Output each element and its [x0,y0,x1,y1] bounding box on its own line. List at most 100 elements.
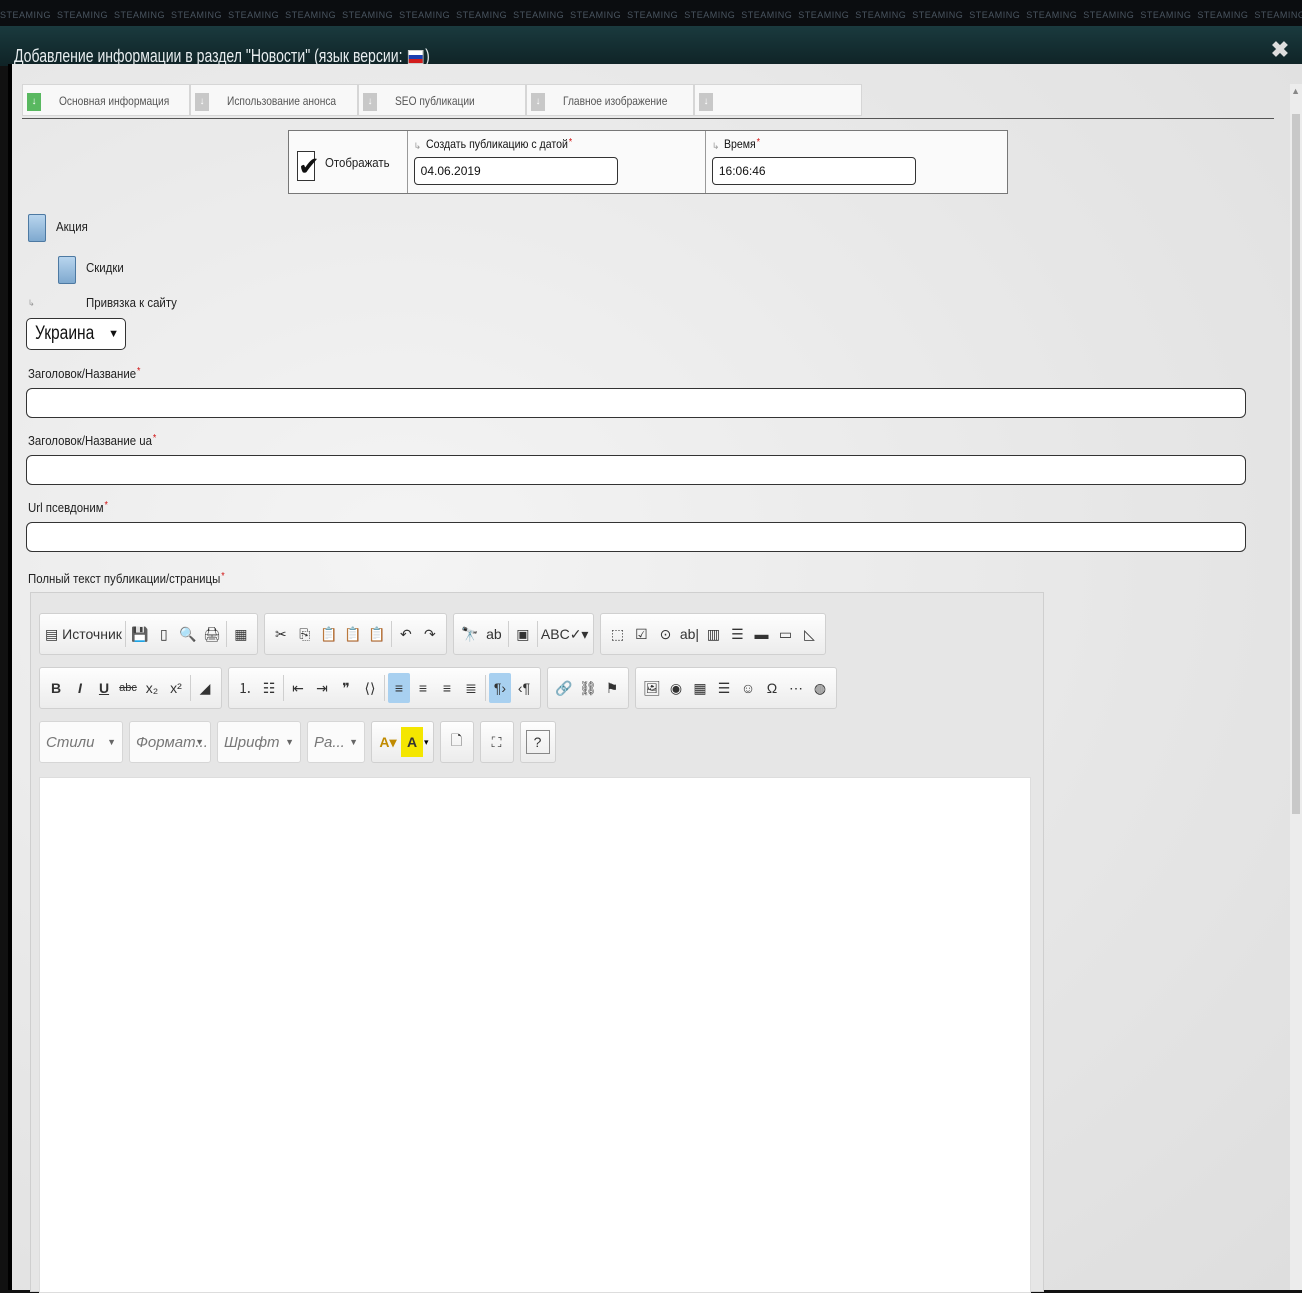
align-justify-icon[interactable]: ≣ [460,673,482,703]
iframe-icon[interactable]: ◍ [809,673,831,703]
indent-icon[interactable]: ⇥ [311,673,333,703]
url-alias-input[interactable] [26,522,1246,552]
time-input[interactable]: 16:06:46 [711,157,916,185]
templates-icon[interactable]: ▦ [230,619,252,649]
save-icon[interactable]: 💾 [129,619,151,649]
rtl-icon[interactable]: ‹¶ [513,673,535,703]
publish-settings: ✔ Отображать ↳ Создать публикацию с дато… [288,130,1008,194]
discounts-checkbox[interactable] [58,256,76,284]
italic-icon[interactable]: I [69,673,91,703]
font-dropdown[interactable]: Шрифт ▼ [217,721,301,763]
print-icon[interactable]: 🖨 [201,619,223,649]
horizontal-rule-icon[interactable]: ☰ [713,673,735,703]
new-page-icon[interactable]: ▯ [153,619,175,649]
outdent-icon[interactable]: ⇤ [287,673,309,703]
image-button-icon[interactable]: ▭ [774,619,796,649]
find-icon[interactable]: 🔭 [459,619,481,649]
watermark-text: STEAMING [228,10,280,20]
title-label: Заголовок/Название* [28,366,141,381]
form-icon[interactable]: ⬚ [606,619,628,649]
superscript-icon[interactable]: x² [165,673,187,703]
table-icon[interactable]: ▦ [689,673,711,703]
preview-icon[interactable]: 🔍 [177,619,199,649]
replace-icon[interactable]: ab [483,619,505,649]
source-icon[interactable]: ▤ Источник [45,619,122,649]
unlink-icon[interactable]: ⛓ [577,673,599,703]
cut-icon[interactable]: ✂ [270,619,292,649]
tab-seo[interactable]: ↓ SEO публикации [358,84,526,116]
flash-icon[interactable]: ◉ [665,673,687,703]
help-icon[interactable]: ? [525,730,550,754]
numbered-list-icon[interactable]: ⒈ [234,673,256,703]
title-ua-input[interactable] [26,455,1246,485]
page-break-icon[interactable]: ⋯ [785,673,807,703]
action-label: Акция [56,219,88,234]
div-container-icon[interactable]: ⟨⟩ [359,673,381,703]
hint-arrow-icon: ↳ [711,141,720,151]
paste-word-icon[interactable]: 📋 [366,619,388,649]
arrow-down-icon: ↓ [195,93,209,111]
maximize-icon[interactable]: ⛶ [486,727,508,757]
copy-icon[interactable]: ⎘ [294,619,316,649]
arrow-down-icon: ↓ [531,93,545,111]
action-checkbox[interactable] [28,214,46,242]
scrollbar-thumb[interactable] [1292,114,1300,814]
editor-content-area[interactable] [39,777,1031,1293]
spellcheck-icon[interactable]: ABC✓▾ [541,619,589,649]
text-color-icon[interactable]: A▾ [377,727,399,757]
checkbox-icon[interactable]: ☑ [630,619,652,649]
tab-bar: ↓ Основная информация ↓ Использование ан… [22,84,868,116]
align-left-icon[interactable]: ≡ [388,673,410,703]
textfield-icon[interactable]: ab| [678,619,700,649]
site-select[interactable]: Украина ▼ [26,318,126,350]
radio-icon[interactable]: ⊙ [654,619,676,649]
watermark-text: STEAMING [798,10,850,20]
tab-extra[interactable]: ↓ [694,84,862,116]
subscript-icon[interactable]: x₂ [141,673,163,703]
align-right-icon[interactable]: ≡ [436,673,458,703]
title-input[interactable] [26,388,1246,418]
hint-arrow-icon: ↳ [28,298,35,308]
scroll-up-arrow-icon[interactable]: ▲ [1291,86,1300,96]
tab-main-image[interactable]: ↓ Главное изображение [526,84,694,116]
blockquote-icon[interactable]: ❞ [335,673,357,703]
arrow-down-icon: ↓ [27,93,41,111]
textarea-icon[interactable]: ▥ [702,619,724,649]
watermark-text: STEAMING [285,10,337,20]
link-icon[interactable]: 🔗 [553,673,575,703]
underline-icon[interactable]: U [93,673,115,703]
tab-main-info[interactable]: ↓ Основная информация [22,84,190,116]
url-alias-label: Url псевдоним* [28,500,108,515]
size-dropdown[interactable]: Ра... ▼ [307,721,365,763]
redo-icon[interactable]: ↷ [419,619,441,649]
hidden-field-icon[interactable]: ◺ [798,619,820,649]
bulleted-list-icon[interactable]: ☷ [258,673,280,703]
align-center-icon[interactable]: ≡ [412,673,434,703]
smiley-icon[interactable]: ☺ [737,673,759,703]
select-all-icon[interactable]: ▣ [512,619,534,649]
styles-dropdown[interactable]: Стили ▼ [39,721,123,763]
paste-icon[interactable]: 📋 [318,619,340,649]
special-char-icon[interactable]: Ω [761,673,783,703]
tab-divider [22,118,1274,119]
dropdown-caret-icon: ▼ [195,737,204,747]
image-icon[interactable]: 🖼 [641,673,663,703]
watermark-text: STEAMING [855,10,907,20]
strikethrough-icon[interactable]: abc [117,673,139,703]
display-checkbox[interactable]: ✔ [297,151,320,181]
button-icon[interactable]: ▬ [750,619,772,649]
paste-text-icon[interactable]: 📋 [342,619,364,649]
ltr-icon[interactable]: ¶› [489,673,511,703]
eraser-icon[interactable]: ◢ [194,673,216,703]
undo-icon[interactable]: ↶ [395,619,417,649]
anchor-icon[interactable]: ⚑ [601,673,623,703]
background-color-icon[interactable]: A [401,727,423,757]
bold-icon[interactable]: B [45,673,67,703]
file-browser-icon[interactable]: 🗋 [446,727,468,757]
select-field-icon[interactable]: ☰ [726,619,748,649]
date-input[interactable]: 04.06.2019 [413,157,618,185]
watermark-text: STEAMING [57,10,109,20]
close-icon[interactable]: ✖ [1270,38,1290,62]
format-dropdown[interactable]: Формат... ▼ [129,721,211,763]
tab-announcement[interactable]: ↓ Использование анонса [190,84,358,116]
